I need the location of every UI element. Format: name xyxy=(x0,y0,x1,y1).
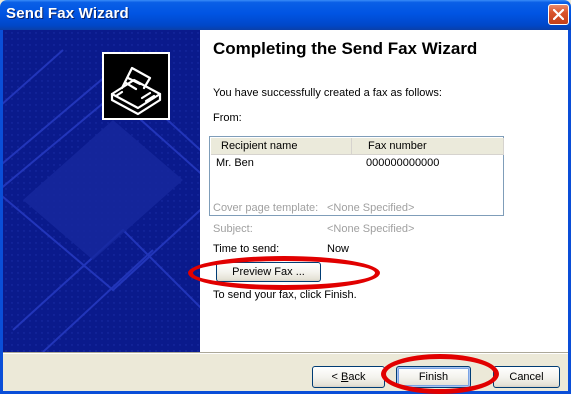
preview-fax-button[interactable]: Preview Fax ... xyxy=(216,262,321,282)
preview-fax-label: Preview Fax ... xyxy=(232,266,305,278)
finish-button-label: Finish xyxy=(418,371,449,383)
from-label: From: xyxy=(213,112,242,124)
subject-label: Subject: xyxy=(213,223,253,235)
back-button[interactable]: < Back xyxy=(312,366,385,388)
time-to-send-value: Now xyxy=(327,243,350,255)
close-icon xyxy=(553,9,564,20)
wizard-footer: < Back Finish Cancel xyxy=(3,354,568,391)
cancel-button-label: Cancel xyxy=(509,371,544,383)
page-title: Completing the Send Fax Wizard xyxy=(213,39,478,58)
wizard-content: Completing the Send Fax Wizard You have … xyxy=(200,30,568,352)
intro-text: You have successfully created a fax as f… xyxy=(213,87,442,99)
back-button-mnemonic: B xyxy=(341,371,349,383)
back-button-prefix: < xyxy=(331,371,341,383)
wizard-side-panel xyxy=(3,30,200,352)
window-title: Send Fax Wizard xyxy=(6,5,129,22)
column-header-recipient-name[interactable]: Recipient name xyxy=(211,138,352,155)
cancel-button[interactable]: Cancel xyxy=(493,366,560,388)
fax-number-cell: 000000000000 xyxy=(366,157,440,169)
column-header-fax-number[interactable]: Fax number xyxy=(352,138,504,155)
time-to-send-label: Time to send: xyxy=(213,243,280,255)
cover-page-value: <None Specified> xyxy=(327,202,415,214)
recipient-name-cell: Mr. Ben xyxy=(216,157,254,169)
title-bar[interactable]: Send Fax Wizard xyxy=(0,0,571,30)
cover-page-label: Cover page template: xyxy=(213,202,319,214)
subject-value: <None Specified> xyxy=(327,223,415,235)
finish-instruction: To send your fax, click Finish. xyxy=(213,289,357,301)
close-button[interactable] xyxy=(548,4,569,25)
finish-button[interactable]: Finish xyxy=(396,366,471,388)
back-button-rest: ack xyxy=(348,371,366,383)
fax-machine-icon xyxy=(102,52,170,120)
